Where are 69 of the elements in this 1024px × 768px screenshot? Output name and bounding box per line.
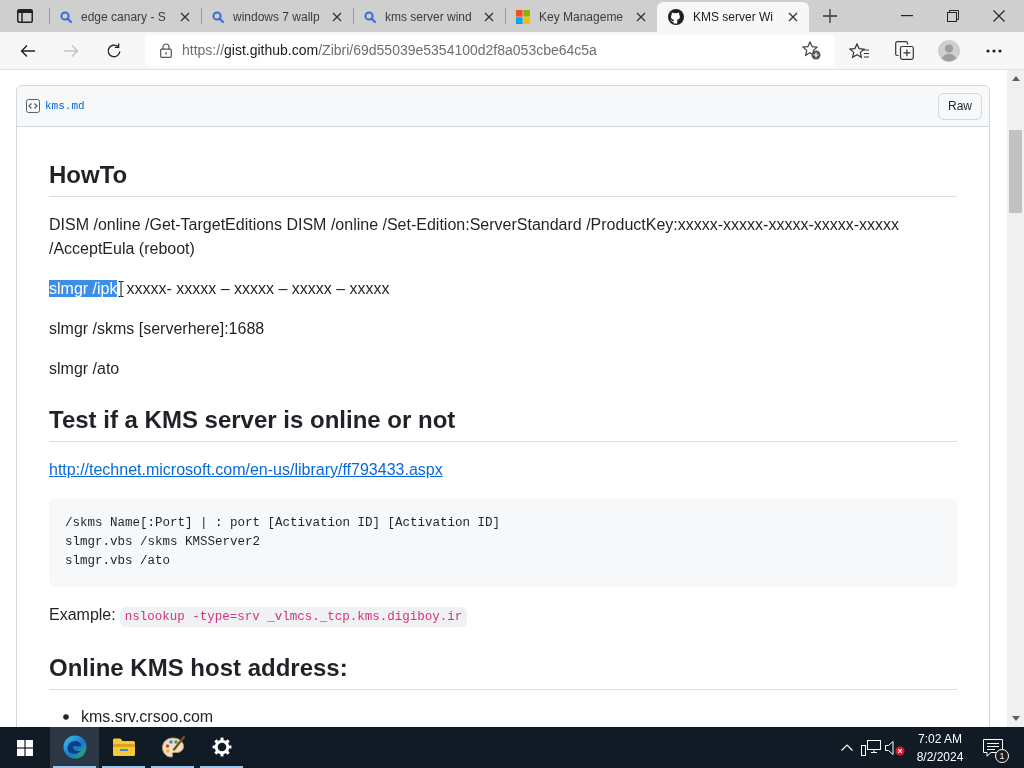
- up-triangle-icon[interactable]: [1011, 76, 1020, 81]
- taskbar-button[interactable]: [50, 727, 99, 768]
- notification-icon: [983, 738, 1003, 757]
- close-icon[interactable]: [484, 12, 494, 22]
- code-line: slmgr.vbs /ato: [65, 553, 172, 570]
- browser-tab[interactable]: Key Manageme: [505, 2, 657, 32]
- file-name-link[interactable]: kms.md: [45, 97, 85, 115]
- notification-button[interactable]: 1: [973, 727, 1013, 768]
- clock-time: 7:02 AM: [918, 730, 962, 748]
- code-line: slmgr.vbs /skms KMSServer2: [65, 534, 262, 551]
- folder-icon: [112, 737, 135, 756]
- close-icon[interactable]: [180, 12, 190, 22]
- settings-icon: [211, 736, 232, 757]
- squares-plus-icon: [894, 41, 914, 60]
- plus-icon: [823, 9, 837, 23]
- browser-tab[interactable]: windows 7 wallp: [201, 2, 353, 32]
- palette-icon: [160, 735, 185, 758]
- arrow-right-icon: [63, 43, 79, 58]
- section-heading: Online KMS host address:: [49, 654, 348, 681]
- paragraph-text: slmgr /skms [serverhere]:1688: [49, 320, 265, 337]
- text-cursor-icon: [118, 281, 125, 297]
- close-icon[interactable]: [788, 12, 798, 22]
- lock-icon[interactable]: [160, 43, 172, 58]
- search-icon: [60, 11, 72, 23]
- example-label: Example:: [49, 606, 116, 623]
- star-plus-icon[interactable]: [802, 41, 821, 60]
- browser-tab[interactable]: edge canary - S: [49, 2, 201, 32]
- arrow-left-icon: [20, 43, 36, 58]
- reload-icon: [106, 42, 122, 59]
- browser-tab[interactable]: kms server wind: [353, 2, 505, 32]
- down-triangle-icon[interactable]: [1011, 716, 1020, 721]
- more-icon: [986, 48, 1002, 53]
- restore-icon: [947, 10, 959, 22]
- raw-button[interactable]: Raw: [938, 92, 982, 120]
- section-heading: HowTo: [49, 161, 128, 188]
- minimize-icon: [901, 15, 913, 17]
- selected-text: slmgr /ipk: [49, 280, 118, 297]
- search-icon: [212, 11, 224, 23]
- paragraph-text: slmgr /ato: [49, 360, 120, 377]
- code-icon: [26, 99, 40, 113]
- notification-count: 1: [995, 749, 1009, 763]
- cat-logo-icon: [668, 9, 684, 25]
- link[interactable]: http://technet.microsoft.com/en-us/library/ff793433.aspx: [49, 461, 443, 478]
- close-icon[interactable]: [636, 12, 646, 22]
- four-panes-icon: [17, 739, 33, 756]
- swirl-icon: [62, 734, 87, 759]
- scrollbar-thumb[interactable]: [1009, 130, 1022, 213]
- url-text: https://gist.github.com/Zibri/69d55039e5354100d2f8a053cbe64c5a: [182, 41, 598, 60]
- section-heading: Test if a KMS server is online or not: [49, 406, 456, 433]
- clock-date: 8/2/2024: [916, 748, 964, 766]
- list-item-text: kms.srv.crsoo.com: [81, 707, 214, 727]
- inline-code: nslookup -type=srv _vlmcs._tcp.kms.digiboy.ir: [119, 607, 468, 627]
- paragraph-text: xxxxx- xxxxx – xxxxx – xxxxx – xxxxx: [126, 280, 390, 297]
- close-icon: [993, 10, 1005, 22]
- network-icon[interactable]: [861, 739, 881, 756]
- star-list-icon: [849, 42, 869, 59]
- browser-tab[interactable]: KMS server Wi: [657, 2, 809, 32]
- close-icon[interactable]: [332, 12, 342, 22]
- address-bar[interactable]: https://gist.github.com/Zibri/69d55039e5354100d2f8a053cbe64c5a: [145, 34, 835, 67]
- code-line: /skms Name[:Port] | : port [Activation ID] [Activation ID]: [65, 515, 502, 532]
- chevron-up-icon[interactable]: [841, 744, 853, 751]
- paragraph-text: DISM /online /Get-TargetEditions DISM /online /Set-Edition:ServerStandard /ProductKey:xxxxx-xxxxx-xxxxx-xxxxx-xxxxx /AcceptEula (reboot): [49, 216, 900, 257]
- search-icon: [364, 11, 376, 23]
- tab-panel-icon[interactable]: [16, 9, 33, 23]
- speaker-muted-icon[interactable]: [885, 739, 905, 756]
- four-squares-icon: [516, 10, 530, 24]
- scrollbar[interactable]: [1007, 70, 1024, 727]
- avatar-icon: [938, 39, 960, 62]
- bullet-icon: [63, 714, 69, 720]
